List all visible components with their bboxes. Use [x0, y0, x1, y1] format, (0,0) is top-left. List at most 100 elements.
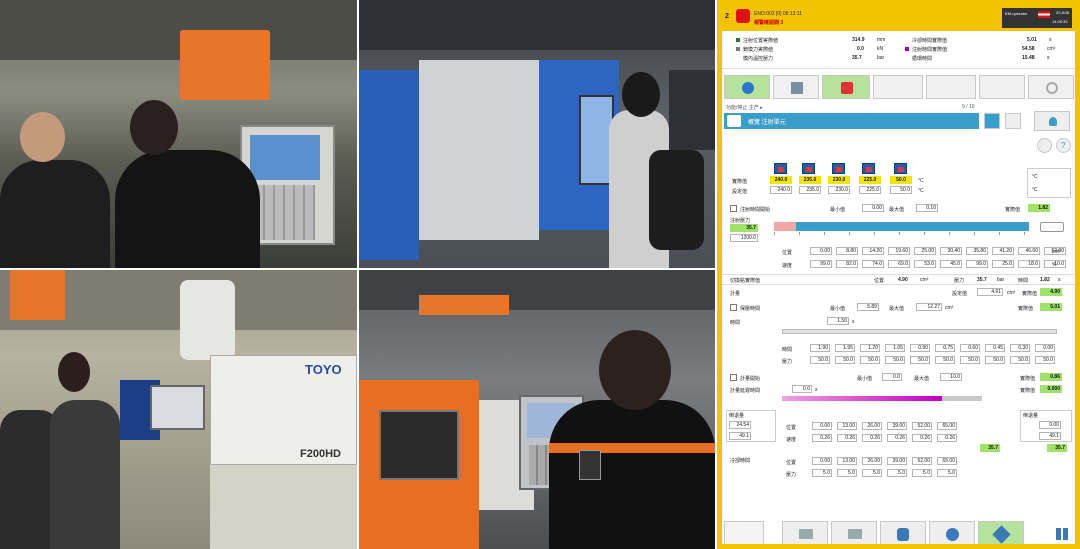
inj-speed-row-cell-6[interactable]: 99.0	[966, 260, 988, 268]
hold-time-row-cell-9[interactable]: 0.00	[1035, 344, 1055, 352]
decomp-pos-row-cell-2[interactable]: 26.00	[862, 422, 882, 430]
heater-set-2[interactable]: 235.0	[799, 186, 821, 194]
hold-time-row-cell-7[interactable]: 0.45	[985, 344, 1005, 352]
nav-nozzle-button[interactable]	[929, 521, 975, 544]
tab-empty-1[interactable]	[873, 75, 923, 99]
nav-grid-button[interactable]	[1052, 521, 1074, 544]
plast-checkbox[interactable]	[730, 374, 737, 381]
heater-set-5[interactable]: 50.0	[890, 186, 912, 194]
inj-speed-row-cell-0[interactable]: 99.0	[810, 260, 832, 268]
inj-pos-row-cell-4[interactable]: 25.00	[914, 247, 936, 255]
decomp-speed-row-cell-2[interactable]: 0.26	[862, 434, 882, 442]
inj-pos-row-cell-0[interactable]: 0.00	[810, 247, 832, 255]
injection-time-checkbox[interactable]	[730, 205, 737, 212]
cool-pos-row-cell-2[interactable]: 26.00	[862, 457, 882, 465]
cool-val-row-cell-5[interactable]: 5.0	[937, 469, 957, 477]
tab-overview[interactable]	[773, 75, 819, 99]
page-nav-button[interactable]	[984, 113, 1000, 129]
help-button[interactable]: ?	[1056, 138, 1071, 153]
hold-pres-row-cell-0[interactable]: 50.0	[810, 356, 830, 364]
user-name[interactable]: KM-operator	[1005, 11, 1027, 16]
settings-button[interactable]	[1037, 138, 1052, 153]
inj-speed-row-cell-5[interactable]: 45.0	[940, 260, 962, 268]
decomp-pos-row-cell-3[interactable]: 39.00	[887, 422, 907, 430]
decomp-speed-row-cell-4[interactable]: 0.26	[912, 434, 932, 442]
injection-max-input[interactable]: 0.10	[916, 204, 938, 212]
language-flag-icon[interactable]	[1038, 11, 1050, 18]
hold-pres-row-cell-4[interactable]: 50.0	[910, 356, 930, 364]
inj-speed-row-cell-2[interactable]: 74.0	[862, 260, 884, 268]
hold-pres-row-cell-1[interactable]: 50.0	[835, 356, 855, 364]
alarm-line-1[interactable]: ENO:003 [0] 08:13:11	[754, 11, 802, 17]
hold-time-row-cell-2[interactable]: 1.20	[860, 344, 880, 352]
inj-pos-row-cell-1[interactable]: 8.80	[836, 247, 858, 255]
hold-time-row-cell-4[interactable]: 0.90	[910, 344, 930, 352]
tab-empty-3[interactable]	[979, 75, 1025, 99]
hold-pres-row-cell-8[interactable]: 50.0	[1010, 356, 1030, 364]
cool-val-row-cell-3[interactable]: 5.0	[887, 469, 907, 477]
decomp-right-value-1[interactable]: 0.00	[1039, 421, 1061, 429]
inj-pos-row-cell-6[interactable]: 35.80	[966, 247, 988, 255]
alarm-icon[interactable]	[736, 9, 750, 23]
hold-time-row-cell-0[interactable]: 1.90	[810, 344, 830, 352]
dose-set-input[interactable]: 4.91	[977, 288, 1003, 296]
hold-time-row-cell-3[interactable]: 1.05	[885, 344, 905, 352]
inj-speed-row-cell-4[interactable]: 53.0	[914, 260, 936, 268]
hold-pres-row-cell-6[interactable]: 50.0	[960, 356, 980, 364]
cool-pos-row-cell-1[interactable]: 13.00	[837, 457, 857, 465]
decomp-right-value-2[interactable]: 49.1	[1039, 432, 1061, 440]
decomp-speed-row-cell-5[interactable]: 0.26	[937, 434, 957, 442]
hold-pres-row-cell-2[interactable]: 50.0	[860, 356, 880, 364]
cool-val-row-cell-4[interactable]: 5.0	[912, 469, 932, 477]
tab-home[interactable]	[724, 75, 770, 99]
inj-speed-row-cell-7[interactable]: 25.0	[992, 260, 1014, 268]
hold-pres-row-cell-7[interactable]: 50.0	[985, 356, 1005, 364]
hold-time-input[interactable]: 1.50	[827, 317, 849, 325]
hold-pres-row-cell-9[interactable]: 50.0	[1035, 356, 1055, 364]
decomp-left-value-1[interactable]: 24.54	[729, 421, 751, 429]
plast-max-input[interactable]: 10.0	[940, 373, 962, 381]
hold-time-row-cell-1[interactable]: 1.95	[835, 344, 855, 352]
plast-delay-input[interactable]: 0.0	[792, 385, 812, 393]
hold-max-input[interactable]: 12.27	[916, 303, 942, 311]
nav-core-button[interactable]	[880, 521, 926, 544]
hold-pres-row-cell-3[interactable]: 50.0	[885, 356, 905, 364]
tab-power[interactable]	[1028, 75, 1074, 99]
decomp-left-value-2[interactable]: 49.1	[729, 432, 751, 440]
hold-time-row-cell-6[interactable]: 0.60	[960, 344, 980, 352]
cool-pos-row-cell-3[interactable]: 39.00	[887, 457, 907, 465]
inj-speed-row-cell-1[interactable]: 82.0	[836, 260, 858, 268]
heater-set-3[interactable]: 230.0	[828, 186, 850, 194]
nav-mold-button[interactable]	[782, 521, 828, 544]
inj-speed-row-cell-3[interactable]: 69.0	[888, 260, 910, 268]
plast-min-input[interactable]: 0.0	[882, 373, 902, 381]
decomp-speed-row-cell-1[interactable]: 0.26	[837, 434, 857, 442]
cool-pos-row-cell-4[interactable]: 52.00	[912, 457, 932, 465]
decomp-pos-row-cell-1[interactable]: 13.00	[837, 422, 857, 430]
hold-time-row-cell-8[interactable]: 0.30	[1010, 344, 1030, 352]
inj-pos-row-cell-8[interactable]: 46.60	[1018, 247, 1040, 255]
nav-ejector-button[interactable]	[831, 521, 877, 544]
decomp-pos-row-cell-5[interactable]: 65.00	[937, 422, 957, 430]
tab-injection-unit[interactable]	[822, 75, 870, 99]
cool-val-row-cell-1[interactable]: 5.0	[837, 469, 857, 477]
page-next-button[interactable]	[1005, 113, 1021, 129]
heater-set-4[interactable]: 225.0	[859, 186, 881, 194]
inj-pos-row-cell-3[interactable]: 19.60	[888, 247, 910, 255]
inj-pos-row-cell-2[interactable]: 14.20	[862, 247, 884, 255]
breadcrumb[interactable]: 功能/停止 主产 ▸	[726, 104, 763, 111]
cool-val-row-cell-0[interactable]: 5.0	[812, 469, 832, 477]
decomp-pos-row-cell-4[interactable]: 52.00	[912, 422, 932, 430]
inj-speed-row-cell-8[interactable]: 18.0	[1018, 260, 1040, 268]
nav-back-button[interactable]	[724, 521, 764, 544]
injection-min-input[interactable]: 0.00	[862, 204, 884, 212]
nav-injection-button[interactable]	[978, 521, 1024, 544]
hold-min-input[interactable]: 5.89	[857, 303, 879, 311]
user-button[interactable]	[1034, 111, 1070, 131]
alarm-line-2[interactable]: 報警確認閥 3	[754, 19, 783, 26]
decomp-speed-row-cell-0[interactable]: 0.26	[812, 434, 832, 442]
hold-time-row-cell-5[interactable]: 0.75	[935, 344, 955, 352]
injection-pressure-limit[interactable]: 1200.0	[730, 234, 758, 242]
tab-empty-2[interactable]	[926, 75, 976, 99]
hold-pres-row-cell-5[interactable]: 50.0	[935, 356, 955, 364]
